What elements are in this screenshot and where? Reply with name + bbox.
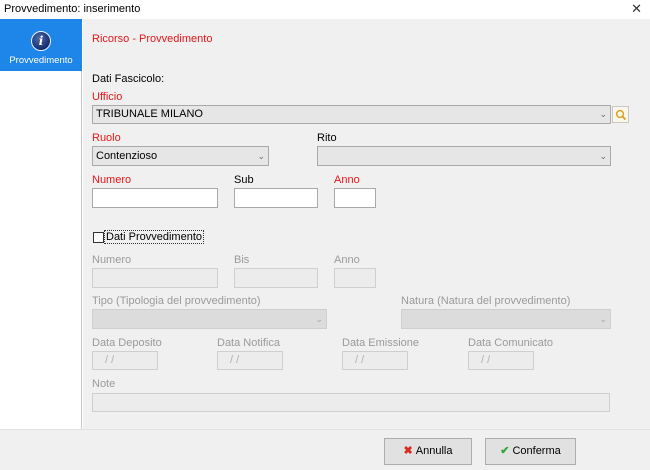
tipo-select: ⌄ [92,309,327,329]
ruolo-label: Ruolo [92,132,121,144]
dati-provvedimento-label[interactable]: Dati Provvedimento [104,230,204,244]
ruolo-value: Contenzioso [96,150,158,162]
chevron-down-icon: ⌄ [599,151,607,161]
note-label: Note [92,378,116,390]
data-comunicato-label: Data Comunicato [468,337,553,349]
data-deposito-input: / / [92,351,158,370]
natura-label: Natura (Natura del provvedimento) [401,295,571,307]
bis-label: Bis [234,254,250,266]
prov-anno-input [334,268,376,288]
confirm-button-label: Conferma [512,445,561,457]
data-emissione-input: / / [342,351,408,370]
cancel-button[interactable]: ✖ Annulla [384,438,472,465]
ufficio-value: TRIBUNALE MILANO [96,108,203,120]
search-icon [615,109,627,121]
data-deposito-label: Data Deposito [92,337,162,349]
chevron-down-icon: ⌄ [257,151,265,161]
fascicolo-heading: Dati Fascicolo: [92,73,165,85]
ufficio-select[interactable]: TRIBUNALE MILANO ⌄ [92,105,611,124]
info-icon: i [31,31,51,51]
dialog-footer: ✖ Annulla ✔ Conferma [0,429,650,470]
chevron-down-icon: ⌄ [599,109,607,119]
sidebar-item-label: Provvedimento [9,55,73,66]
prov-numero-label: Numero [92,254,132,266]
ruolo-select[interactable]: Contenzioso ⌄ [92,146,269,166]
rito-label: Rito [317,132,337,144]
data-notifica-label: Data Notifica [217,337,280,349]
lookup-search-button[interactable] [612,106,629,123]
close-icon[interactable]: ✕ [631,1,642,17]
sub-input[interactable] [234,188,318,208]
window-titlebar: Provvedimento: inserimento ✕ [0,0,650,18]
anno-label: Anno [334,174,360,186]
bis-input [234,268,318,288]
rito-select[interactable]: ⌄ [317,146,611,166]
natura-select: ⌄ [401,309,611,329]
close-icon: ✖ [403,445,413,457]
sidebar: i Provvedimento [0,19,82,429]
chevron-down-icon: ⌄ [599,314,607,324]
window-title: Provvedimento: inserimento [4,3,141,15]
numero-label: Numero [92,174,132,186]
chevron-down-icon: ⌄ [315,314,323,324]
anno-input[interactable] [334,188,376,208]
sub-label: Sub [234,174,254,186]
confirm-button[interactable]: ✔ Conferma [485,438,576,465]
data-comunicato-input: / / [468,351,534,370]
cancel-button-label: Annulla [415,445,453,457]
ufficio-label: Ufficio [92,91,123,103]
checkmark-icon: ✔ [500,445,510,457]
data-emissione-label: Data Emissione [342,337,420,349]
dati-provvedimento-checkbox[interactable] [93,232,104,243]
tipo-label: Tipo (Tipologia del provvedimento) [92,295,261,307]
prov-anno-label: Anno [334,254,360,266]
note-input [92,393,610,412]
section-title: Ricorso - Provvedimento [92,33,213,45]
prov-numero-input [92,268,218,288]
data-notifica-input: / / [217,351,283,370]
sidebar-item-provvedimento[interactable]: i Provvedimento [0,19,82,71]
numero-input[interactable] [92,188,218,208]
